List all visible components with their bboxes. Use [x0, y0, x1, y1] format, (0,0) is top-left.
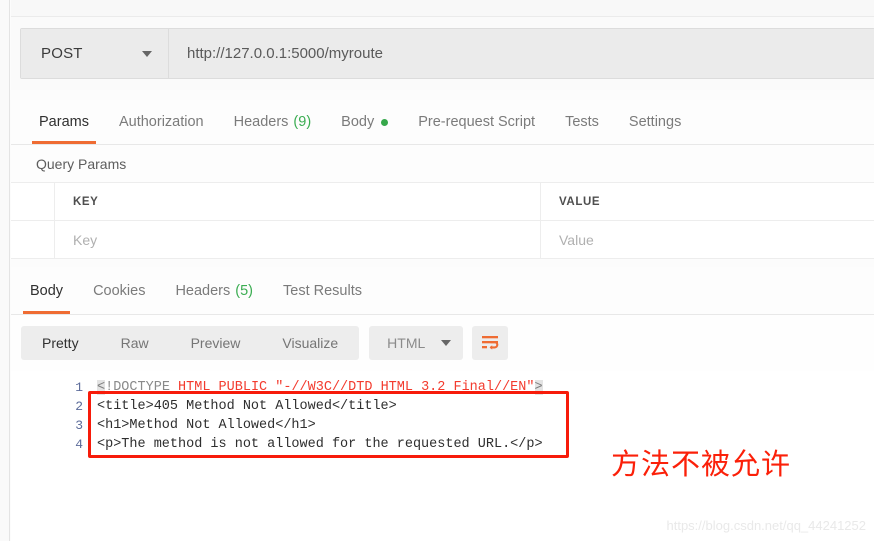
request-url-input[interactable]: http://127.0.0.1:5000/myroute: [169, 29, 874, 78]
code-line-content: <p>The method is not allowed for the req…: [97, 437, 543, 452]
chevron-down-icon: [142, 50, 152, 57]
tab-settings[interactable]: Settings: [614, 100, 696, 144]
request-url-row: POST http://127.0.0.1:5000/myroute: [11, 17, 874, 90]
sidebar-edge: [0, 0, 10, 541]
http-method-label: POST: [41, 45, 83, 62]
annotation-chinese-note: 方法不被允许: [611, 447, 792, 481]
tab-headers-label: Headers: [233, 114, 289, 130]
line-number: 1: [75, 380, 83, 395]
code-line-content: <title>405 Method Not Allowed</title>: [97, 399, 397, 414]
code-token: !DOCTYPE: [105, 380, 179, 395]
line-number: 4: [75, 437, 83, 452]
query-params-title: Query Params: [11, 145, 874, 183]
table-row: Key Value: [11, 221, 874, 259]
response-toolbar: Pretty Raw Preview Visualize HTML: [11, 315, 874, 371]
http-method-select[interactable]: POST: [21, 29, 169, 78]
tab-headers[interactable]: Headers (9): [219, 100, 327, 144]
response-tab-headers-count: (5): [235, 282, 253, 299]
word-wrap-button[interactable]: [472, 326, 509, 360]
view-mode-pretty[interactable]: Pretty: [21, 326, 100, 360]
column-header-value-label: VALUE: [559, 195, 601, 208]
watermark: https://blog.csdn.net/qq_44241252: [666, 518, 867, 533]
response-tab-body[interactable]: Body: [15, 267, 78, 314]
word-wrap-icon: [481, 335, 499, 350]
body-present-dot-icon: [381, 118, 389, 126]
line-number: 3: [75, 418, 83, 433]
query-params-table: KEY VALUE Key Value: [11, 183, 874, 259]
tab-settings-label: Settings: [628, 114, 682, 130]
response-tabs: Body Cookies Headers (5) Test Results: [11, 267, 874, 315]
request-tabs: Params Authorization Headers (9) Body Pr…: [11, 100, 874, 145]
line-number: 2: [75, 399, 83, 414]
column-header-key: KEY: [55, 183, 541, 220]
row-checkbox-cell[interactable]: [11, 221, 55, 258]
tab-pre-request-script[interactable]: Pre-request Script: [403, 100, 550, 144]
view-mode-raw[interactable]: Raw: [100, 326, 170, 360]
tab-authorization-label: Authorization: [118, 114, 204, 130]
tab-pre-request-script-label: Pre-request Script: [418, 114, 536, 130]
param-key-cell[interactable]: Key: [55, 221, 541, 258]
response-tab-test-results[interactable]: Test Results: [268, 267, 377, 314]
tab-params[interactable]: Params: [24, 100, 104, 144]
view-mode-preview[interactable]: Preview: [170, 326, 262, 360]
code-line-content: <h1>Method Not Allowed</h1>: [97, 418, 316, 433]
response-tab-headers-label: Headers: [175, 282, 231, 299]
response-tab-cookies-label: Cookies: [93, 282, 146, 299]
view-mode-raw-label: Raw: [120, 335, 149, 351]
view-mode-group: Pretty Raw Preview Visualize: [21, 326, 360, 360]
response-tab-body-label: Body: [30, 282, 64, 299]
code-line-content: <!DOCTYPE HTML PUBLIC "-//W3C//DTD HTML …: [97, 380, 543, 395]
code-line: 2 <title>405 Method Not Allowed</title>: [11, 397, 874, 416]
column-header-value: VALUE: [541, 183, 874, 220]
tab-body[interactable]: Body: [326, 100, 403, 144]
chevron-down-icon: [441, 340, 452, 346]
param-key-placeholder: Key: [73, 231, 98, 248]
code-line: 1 <!DOCTYPE HTML PUBLIC "-//W3C//DTD HTM…: [11, 378, 874, 397]
view-mode-visualize[interactable]: Visualize: [261, 326, 359, 360]
tab-body-label: Body: [341, 114, 375, 130]
param-value-cell[interactable]: Value: [541, 221, 874, 258]
tab-tests[interactable]: Tests: [550, 100, 614, 144]
code-token: HTML PUBLIC "-//W3C//DTD HTML 3.2 Final/…: [178, 380, 535, 395]
postman-window: POST http://127.0.0.1:5000/myroute Param…: [0, 0, 874, 541]
response-tab-headers[interactable]: Headers (5): [160, 267, 268, 314]
code-line: 3 <h1>Method Not Allowed</h1>: [11, 416, 874, 435]
tab-params-label: Params: [39, 114, 89, 130]
code-token: >: [534, 380, 543, 395]
top-strip: [11, 0, 874, 17]
response-format-select[interactable]: HTML: [369, 326, 464, 360]
view-mode-visualize-label: Visualize: [282, 335, 339, 351]
tab-headers-count: (9): [293, 114, 312, 130]
tab-tests-label: Tests: [565, 114, 599, 130]
url-bar: POST http://127.0.0.1:5000/myroute: [20, 28, 874, 79]
code-token: <: [97, 380, 106, 395]
response-tab-test-results-label: Test Results: [283, 282, 362, 299]
table-header-row: KEY VALUE: [11, 183, 874, 221]
view-mode-pretty-label: Pretty: [42, 335, 79, 351]
tab-authorization[interactable]: Authorization: [104, 100, 219, 144]
response-tab-cookies[interactable]: Cookies: [78, 267, 160, 314]
response-format-label: HTML: [387, 335, 426, 351]
select-all-checkbox-cell[interactable]: [11, 183, 55, 220]
column-header-key-label: KEY: [73, 195, 99, 208]
view-mode-preview-label: Preview: [190, 335, 241, 351]
param-value-placeholder: Value: [559, 231, 594, 248]
